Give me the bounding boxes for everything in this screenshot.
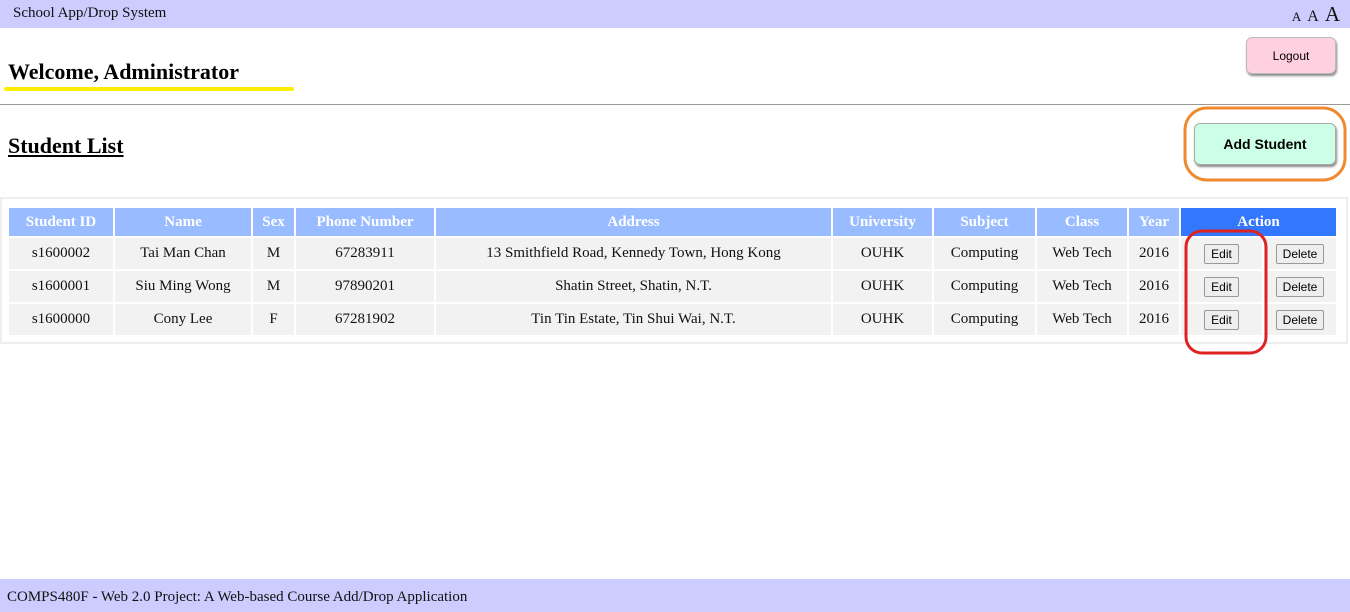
column-header: Class [1037,208,1127,236]
edit-button[interactable]: Edit [1204,309,1239,330]
edit-cell: Edit [1181,304,1262,335]
table-row: s1600001 Siu Ming Wong M 97890201 Shatin Str… [9,271,1336,302]
edit-button[interactable]: Edit [1204,276,1239,297]
edit-cell: Edit [1181,238,1262,269]
delete-button[interactable]: Delete [1275,243,1325,264]
column-header: Phone Number [296,208,434,236]
font-size-controls: A A A [1290,2,1340,27]
column-header: Subject [934,208,1035,236]
footer: COMPS480F - Web 2.0 Project: A Web-based… [0,579,1350,612]
table-cell: 67281902 [296,304,434,335]
delete-cell: Delete [1264,271,1336,302]
table-cell: Web Tech [1037,304,1127,335]
table-cell: Cony Lee [115,304,251,335]
table-cell: OUHK [833,271,932,302]
table-cell: Tai Man Chan [115,238,251,269]
welcome-heading: Welcome, Administrator [8,59,239,84]
table-cell: Computing [934,238,1035,269]
table-cell: 13 Smithfield Road, Kennedy Town, Hong K… [436,238,831,269]
delete-button[interactable]: Delete [1275,276,1325,297]
table-cell: s1600001 [9,271,113,302]
table-cell: 97890201 [296,271,434,302]
table-cell: Computing [934,304,1035,335]
table-cell: 2016 [1129,238,1179,269]
table-cell: M [253,238,294,269]
delete-button[interactable]: Delete [1275,309,1325,330]
table-cell: Web Tech [1037,271,1127,302]
font-large-button[interactable]: A [1325,2,1340,26]
student-table: Student ID Name Sex Phone Number Address Univ… [7,206,1338,337]
column-header: University [833,208,932,236]
student-table-container: Student ID Name Sex Phone Number Address Univ… [0,197,1348,344]
table-cell: OUHK [833,238,932,269]
top-bar: School App/Drop System A A A [0,0,1350,28]
table-cell: s1600002 [9,238,113,269]
column-header: Year [1129,208,1179,236]
table-cell: Web Tech [1037,238,1127,269]
app-title: School App/Drop System [13,5,167,21]
table-cell: Computing [934,271,1035,302]
column-header: Action [1181,208,1336,236]
add-student-button[interactable]: Add Student [1194,123,1336,165]
edit-button[interactable]: Edit [1204,243,1239,264]
footer-text: COMPS480F - Web 2.0 Project: A Web-based… [7,589,468,605]
column-header: Address [436,208,831,236]
table-cell: 2016 [1129,304,1179,335]
font-medium-button[interactable]: A [1307,8,1319,25]
table-cell: M [253,271,294,302]
table-cell: OUHK [833,304,932,335]
table-row: s1600000 Cony Lee F 67281902 Tin Tin Estate,… [9,304,1336,335]
table-cell: 2016 [1129,271,1179,302]
page-title: Student List [8,133,124,158]
table-cell: Siu Ming Wong [115,271,251,302]
font-small-button[interactable]: A [1292,9,1301,24]
table-cell: Shatin Street, Shatin, N.T. [436,271,831,302]
table-row: s1600002 Tai Man Chan M 67283911 13 Smithfie… [9,238,1336,269]
logout-button[interactable]: Logout [1246,37,1336,74]
delete-cell: Delete [1264,304,1336,335]
table-cell: 67283911 [296,238,434,269]
table-cell: s1600000 [9,304,113,335]
delete-cell: Delete [1264,238,1336,269]
divider [0,104,1350,105]
column-header: Sex [253,208,294,236]
column-header: Name [115,208,251,236]
table-cell: Tin Tin Estate, Tin Shui Wai, N.T. [436,304,831,335]
column-header: Student ID [9,208,113,236]
table-cell: F [253,304,294,335]
edit-cell: Edit [1181,271,1262,302]
